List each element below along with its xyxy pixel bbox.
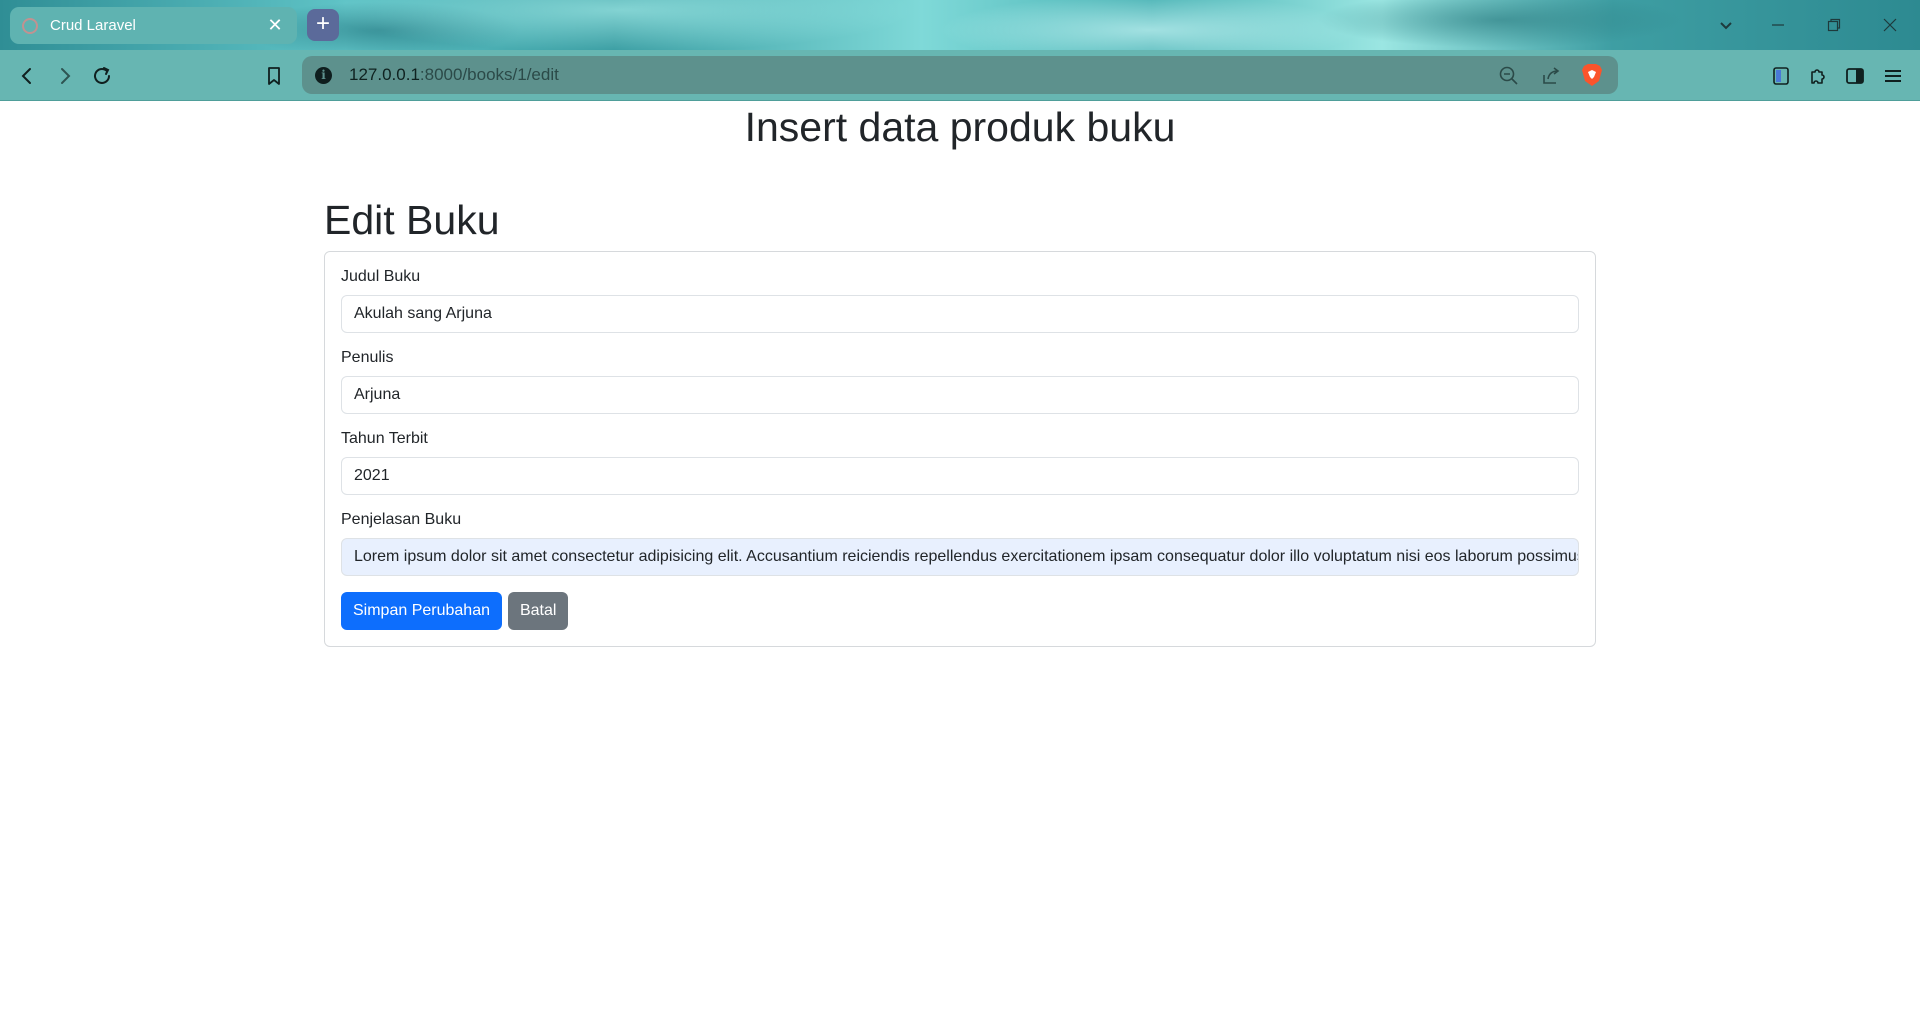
judul-buku-label: Judul Buku — [341, 268, 421, 286]
field-penulis: Penulis Arjuna — [341, 349, 1579, 415]
penjelasan-buku-label: Penjelasan Buku — [341, 511, 462, 529]
reading-list-icon[interactable] — [1768, 63, 1794, 89]
edit-form-card: Judul Buku Akulah sang Arjuna Penulis Ar… — [324, 251, 1596, 648]
minimize-icon[interactable] — [1750, 0, 1806, 50]
cancel-button[interactable]: Batal — [507, 592, 569, 631]
browser-tab-bar: Crud Laravel ✕ + — [0, 0, 1920, 50]
url-host: 127.0.0.1 — [349, 65, 420, 84]
browser-toolbar: i 127.0.0.1:8000/books/1/edit — [0, 50, 1920, 101]
site-info-icon[interactable]: i — [315, 66, 332, 84]
menu-icon[interactable] — [1880, 63, 1906, 89]
address-bar[interactable]: i 127.0.0.1:8000/books/1/edit — [302, 56, 1618, 94]
tab-title: Crud Laravel — [50, 17, 136, 34]
zoom-out-icon[interactable] — [1498, 65, 1520, 87]
save-changes-button[interactable]: Simpan Perubahan — [341, 592, 502, 631]
field-penjelasan-buku: Penjelasan Buku Lorem ipsum dolor sit am… — [341, 511, 1579, 577]
share-icon[interactable] — [1540, 65, 1562, 87]
brave-shields-icon[interactable] — [1580, 62, 1604, 88]
judul-buku-input[interactable]: Akulah sang Arjuna — [341, 295, 1579, 334]
tab-close-icon[interactable]: ✕ — [265, 15, 285, 36]
section-title: Edit Buku — [324, 197, 500, 243]
close-window-icon[interactable] — [1862, 0, 1918, 50]
form-actions: Simpan Perubahan Batal — [341, 592, 1579, 631]
url-text[interactable]: 127.0.0.1:8000/books/1/edit — [349, 65, 1618, 85]
back-icon[interactable] — [14, 63, 40, 89]
extensions-icon[interactable] — [1805, 63, 1831, 89]
tahun-terbit-label: Tahun Terbit — [341, 430, 428, 448]
laravel-favicon-icon — [22, 17, 38, 34]
page-content: Insert data produk buku Edit Buku Judul … — [0, 102, 1920, 1020]
field-judul-buku: Judul Buku Akulah sang Arjuna — [341, 268, 1579, 334]
forward-icon[interactable] — [52, 63, 78, 89]
tab-search-icon[interactable] — [1698, 0, 1754, 50]
penulis-input[interactable]: Arjuna — [341, 376, 1579, 415]
reload-icon[interactable] — [89, 63, 115, 89]
edit-container: Edit Buku Judul Buku Akulah sang Arjuna … — [324, 196, 1596, 648]
page-title: Insert data produk buku — [744, 104, 1176, 150]
sidebar-icon[interactable] — [1842, 63, 1868, 89]
penjelasan-buku-input[interactable]: Lorem ipsum dolor sit amet consectetur a… — [341, 538, 1579, 577]
penulis-label: Penulis — [341, 349, 394, 367]
url-path: :8000/books/1/edit — [419, 65, 559, 84]
new-tab-button[interactable]: + — [307, 9, 339, 41]
field-tahun-terbit: Tahun Terbit 2021 — [341, 430, 1579, 496]
restore-icon[interactable] — [1806, 0, 1862, 50]
browser-tab[interactable]: Crud Laravel ✕ — [10, 7, 297, 44]
bookmark-icon[interactable] — [261, 63, 287, 89]
tahun-terbit-input[interactable]: 2021 — [341, 457, 1579, 496]
